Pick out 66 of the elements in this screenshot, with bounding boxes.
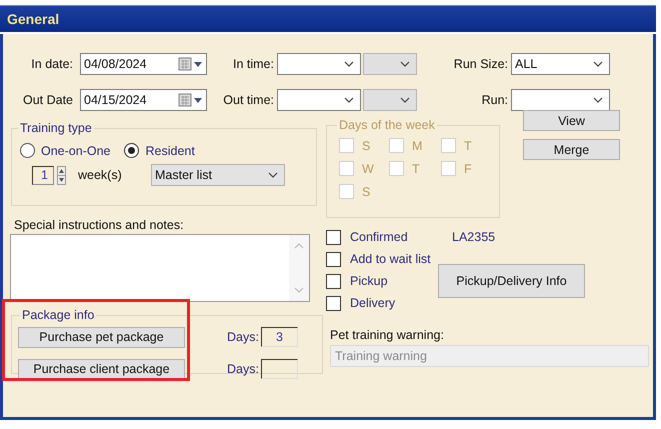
- checkbox[interactable]: [326, 274, 341, 288]
- field-label: Days:: [227, 330, 259, 344]
- calendar-icon: [178, 93, 192, 107]
- checkbox-label: M: [412, 138, 422, 152]
- caret-icon: [593, 61, 603, 67]
- caret-icon: [194, 62, 202, 66]
- caret-icon: [593, 97, 603, 103]
- panel-title: General: [7, 11, 60, 27]
- radio-label: One-on-One: [41, 144, 110, 158]
- dropdown[interactable]: [277, 53, 361, 75]
- spin-arrows-icon: [57, 166, 66, 184]
- dropdown[interactable]: [511, 89, 610, 111]
- caret-icon: [400, 61, 410, 67]
- checkbox-label: S: [362, 138, 370, 152]
- caret-icon: [268, 172, 278, 178]
- scroll-up-icon: [294, 243, 304, 249]
- group-label: Training type: [19, 121, 93, 135]
- scroll-down-icon: [294, 287, 304, 293]
- field-label: Special instructions and notes:: [13, 218, 185, 232]
- field-label: Pet training warning:: [329, 328, 445, 342]
- field-label: In date:: [30, 57, 74, 71]
- field-label: Run Size:: [452, 57, 509, 71]
- radio-label: Resident: [145, 144, 195, 158]
- field-label: Run:: [480, 93, 509, 107]
- radio-button[interactable]: [20, 143, 35, 158]
- caret-icon: [344, 61, 354, 67]
- dropdown[interactable]: ALL: [511, 53, 610, 75]
- checkbox[interactable]: [326, 230, 341, 244]
- checkbox-label: T: [412, 162, 420, 176]
- number-field[interactable]: 1: [32, 166, 54, 184]
- date-field[interactable]: 04/15/2024: [80, 89, 207, 111]
- caret-icon: [194, 98, 202, 102]
- purchase-button[interactable]: Purchase pet package: [18, 326, 185, 348]
- checkbox-label: F: [464, 162, 472, 176]
- scrollbar[interactable]: [289, 235, 309, 301]
- days-field[interactable]: [260, 359, 298, 379]
- checkbox-label: Delivery: [350, 296, 396, 310]
- checkbox-label: Confirmed: [350, 230, 408, 244]
- unit-label: week(s): [78, 168, 123, 182]
- dropdown[interactable]: Master list: [151, 164, 285, 186]
- caret-icon: [400, 97, 410, 103]
- checkbox-label: S: [362, 184, 370, 198]
- checkbox-label: W: [362, 162, 374, 176]
- radio-button[interactable]: [124, 143, 140, 158]
- field-label: Out time:: [222, 93, 275, 107]
- booking-code: LA2355: [452, 230, 496, 244]
- field-label: Out Date: [22, 93, 74, 107]
- checkbox-label: T: [464, 138, 472, 152]
- caret-icon: [344, 97, 354, 103]
- group-label: Days of the week: [338, 118, 436, 132]
- checkbox-label: Add to wait list: [350, 252, 431, 266]
- checkbox[interactable]: [326, 296, 341, 310]
- date-field[interactable]: 04/08/2024: [80, 53, 207, 75]
- pickup-delivery-button[interactable]: Pickup/Delivery Info: [438, 264, 585, 298]
- field-label: Days:: [227, 362, 259, 376]
- checkbox-label: Pickup: [350, 274, 388, 288]
- group-label: Package info: [21, 308, 96, 322]
- checkbox[interactable]: [326, 252, 341, 266]
- calendar-icon: [178, 57, 192, 71]
- notes-field[interactable]: [10, 234, 310, 302]
- field-label: In time:: [232, 57, 275, 71]
- action-button[interactable]: View: [523, 110, 620, 131]
- action-button[interactable]: Merge: [523, 139, 620, 160]
- dropdown[interactable]: [277, 89, 361, 111]
- days-field[interactable]: 3: [260, 327, 298, 347]
- purchase-button[interactable]: Purchase client package: [18, 358, 185, 380]
